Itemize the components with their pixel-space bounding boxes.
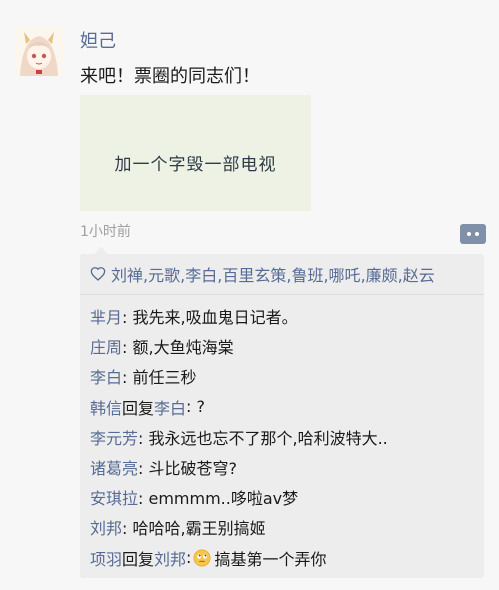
dot-icon	[475, 232, 479, 236]
liker-name[interactable]: 哪吒	[329, 266, 361, 285]
comment-author[interactable]: 庄周	[90, 334, 122, 358]
avatar-image	[14, 26, 64, 76]
comment-text: : 前任三秒	[122, 368, 197, 388]
comment-text: : 我永远也忘不了那个,哈利波特大..	[138, 428, 388, 448]
post-text: 来吧！票圈的同志们！	[80, 66, 260, 87]
comment-text-after: 搞基第一个弄你	[214, 549, 327, 569]
liker-name[interactable]: 刘禅	[111, 266, 143, 285]
comment-text: : 哈哈哈,霸王别搞姬	[122, 519, 266, 539]
comment-text: : 我先来,吸血鬼日记者。	[122, 308, 298, 328]
avatar[interactable]	[14, 26, 64, 76]
dot-icon	[467, 232, 471, 236]
interaction-panel: 刘禅,元歌,李白,百里玄策,鲁班,哪吒,廉颇,赵云 芈月: 我先来,吸血鬼日记者…	[80, 247, 484, 578]
comment-row[interactable]: 李元芳: 我永远也忘不了那个,哈利波特大..	[80, 422, 484, 452]
comment-author[interactable]: 项羽	[90, 546, 122, 570]
comment-author[interactable]: 安琪拉	[90, 485, 138, 509]
more-actions-button[interactable]	[460, 224, 486, 244]
comment-row[interactable]: 芈月: 我先来,吸血鬼日记者。	[80, 301, 484, 331]
comment-author[interactable]: 诸葛亮	[90, 455, 138, 479]
reply-word: 回复	[122, 398, 155, 418]
comment-row[interactable]: 李白: 前任三秒	[80, 361, 484, 391]
rolling-eyes-emoji	[193, 549, 211, 567]
comment-text: : emmmm..哆啦av梦	[138, 489, 299, 509]
liker-name[interactable]: 廉颇	[366, 266, 398, 285]
liker-name[interactable]: 元歌	[148, 266, 180, 285]
post-image-caption: 加一个字毁一部电视	[114, 154, 277, 175]
reply-word: 回复	[122, 549, 155, 569]
reply-to-name[interactable]: 李白	[154, 395, 186, 419]
comment-author[interactable]: 芈月	[90, 304, 122, 328]
comment-row[interactable]: 项羽 回复 刘邦: 搞基第一个弄你	[80, 543, 484, 573]
heart-icon	[90, 267, 106, 281]
comment-author[interactable]: 韩信	[90, 395, 122, 419]
comment-author[interactable]: 刘邦	[90, 515, 122, 539]
liker-name[interactable]: 百里玄策	[222, 266, 286, 285]
likes-list: 刘禅,元歌,李白,百里玄策,鲁班,哪吒,廉颇,赵云	[111, 262, 435, 286]
comment-row[interactable]: 庄周: 额,大鱼炖海棠	[80, 331, 484, 361]
comment-row[interactable]: 安琪拉: emmmm..哆啦av梦	[80, 482, 484, 512]
liker-name[interactable]: 鲁班	[291, 266, 323, 285]
likes-row: 刘禅,元歌,李白,百里玄策,鲁班,哪吒,廉颇,赵云	[80, 254, 484, 294]
comment-author[interactable]: 李白	[90, 364, 122, 388]
post-image[interactable]: 加一个字毁一部电视	[80, 95, 311, 211]
post-author-name[interactable]: 妲己	[80, 27, 116, 53]
comment-author[interactable]: 李元芳	[90, 425, 138, 449]
liker-name[interactable]: 李白	[185, 266, 217, 285]
comment-text: :	[186, 548, 192, 568]
comment-text: : 斗比破苍穹?	[138, 459, 237, 479]
liker-name[interactable]: 赵云	[403, 266, 435, 285]
reply-to-name[interactable]: 刘邦	[154, 546, 186, 570]
comments-list: 芈月: 我先来,吸血鬼日记者。 庄周: 额,大鱼炖海棠 李白: 前任三秒 韩信 回复 李白…	[80, 295, 484, 573]
comment-row[interactable]: 诸葛亮: 斗比破苍穹?	[80, 452, 484, 482]
post-timestamp: 1小时前	[80, 224, 131, 240]
comment-row[interactable]: 刘邦: 哈哈哈,霸王别搞姬	[80, 512, 484, 542]
comment-text: : ?	[186, 397, 206, 417]
comment-text: : 额,大鱼炖海棠	[122, 338, 234, 358]
comment-row[interactable]: 韩信 回复 李白: ?	[80, 392, 484, 422]
